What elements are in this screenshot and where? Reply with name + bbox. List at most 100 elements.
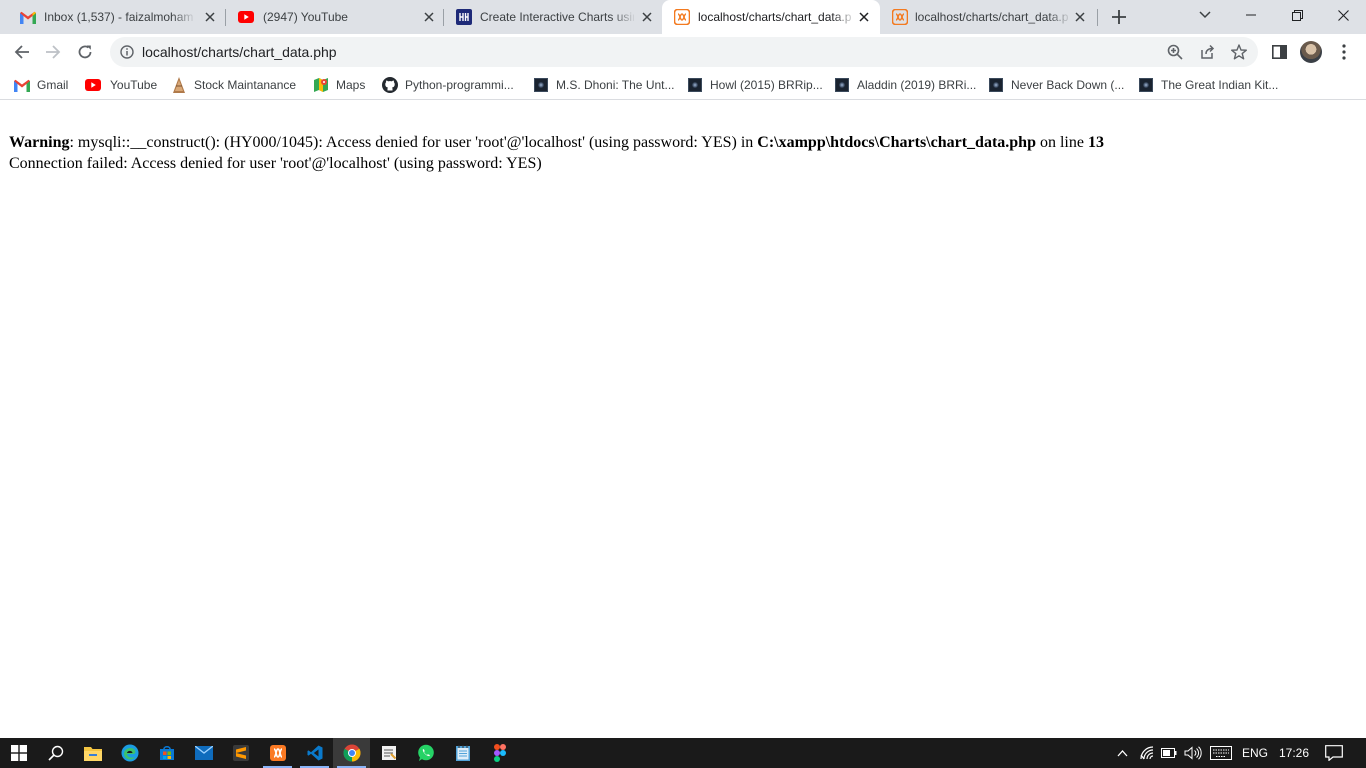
taskbar-notepad-app[interactable] <box>370 738 407 768</box>
bookmark-label: Gmail <box>37 78 69 92</box>
film-icon <box>988 77 1004 93</box>
taskbar-edge[interactable] <box>111 738 148 768</box>
taskbar-whatsapp[interactable] <box>407 738 444 768</box>
bookmark-aladdin[interactable]: Aladdin (2019) BRRi... <box>834 76 976 94</box>
restore-button[interactable] <box>1274 0 1320 30</box>
url-text: localhost/charts/chart_data.php <box>142 44 337 60</box>
new-tab-button[interactable] <box>1108 6 1130 28</box>
tab-fade <box>172 8 196 26</box>
php-warning: Warning: mysqli::__construct(): (HY000/1… <box>9 133 1104 153</box>
tray-clock[interactable]: 17:26 <box>1274 738 1314 768</box>
tab-title: Create Interactive Charts usin <box>480 10 634 24</box>
taskbar-store[interactable] <box>148 738 185 768</box>
taskbar-mail[interactable] <box>185 738 222 768</box>
tray-battery[interactable] <box>1159 738 1179 768</box>
vscode-icon <box>307 745 322 761</box>
warning-label: Warning <box>9 134 70 151</box>
taskbar-figma[interactable] <box>481 738 518 768</box>
warning-text: : mysqli::__construct(): (HY000/1045): A… <box>69 134 758 151</box>
chevron-down-icon <box>1199 11 1211 19</box>
close-icon[interactable] <box>1073 10 1087 24</box>
bookmark-label: Maps <box>336 78 366 92</box>
connection-message: Connection failed: Access denied for use… <box>9 155 542 172</box>
minimize-icon <box>1246 14 1256 16</box>
bookmark-great-indian-kitchen[interactable]: The Great Indian Kit... <box>1138 76 1278 94</box>
taskbar-chrome[interactable] <box>333 738 370 768</box>
film-icon <box>687 77 703 93</box>
bookmark-dhoni[interactable]: M.S. Dhoni: The Unt... <box>533 76 675 94</box>
mail-icon <box>194 746 213 760</box>
taskbar-vscode[interactable] <box>296 738 333 768</box>
notepad-icon <box>381 746 396 760</box>
tab-title: (2947) YouTube <box>263 10 348 24</box>
warning-online: on line <box>1035 134 1088 151</box>
bookmark-gmail[interactable]: Gmail <box>14 76 68 94</box>
bookmark-label: Never Back Down (... <box>1011 78 1125 92</box>
youtube-icon <box>238 9 254 25</box>
back-button[interactable] <box>9 39 35 65</box>
bookmark-never-back-down[interactable]: Never Back Down (... <box>988 76 1124 94</box>
edge-icon <box>121 744 138 762</box>
star-icon[interactable] <box>1230 43 1248 61</box>
reload-button[interactable] <box>72 39 98 65</box>
close-icon[interactable] <box>857 10 871 24</box>
tab-separator <box>1097 9 1098 26</box>
xampp-icon <box>892 9 908 25</box>
battery-icon <box>1161 748 1177 758</box>
tray-network[interactable] <box>1137 738 1157 768</box>
avatar[interactable] <box>1300 41 1322 63</box>
notepad-icon <box>455 745 470 761</box>
tab-create-charts[interactable]: Create Interactive Charts usin <box>444 0 662 34</box>
tab-localhost-active[interactable]: localhost/charts/chart_data.p <box>662 0 880 34</box>
info-icon[interactable] <box>120 45 134 59</box>
bookmark-stock[interactable]: Stock Maintanance <box>171 76 296 94</box>
tab-search-button[interactable] <box>1182 0 1228 30</box>
stock-icon <box>171 77 187 93</box>
windows-taskbar: ENG 17:26 <box>0 738 1366 768</box>
tray-volume[interactable] <box>1182 738 1204 768</box>
minimize-button[interactable] <box>1228 0 1274 30</box>
bookmark-python[interactable]: Python-programmi... <box>382 76 514 94</box>
bookmark-label: YouTube <box>110 78 158 92</box>
close-icon <box>1337 9 1349 21</box>
taskbar-xampp[interactable] <box>259 738 296 768</box>
keyboard-icon <box>1210 746 1232 760</box>
taskbar-notepad[interactable] <box>444 738 481 768</box>
xampp-icon <box>269 745 286 761</box>
site-icon <box>456 9 472 25</box>
tray-overflow-button[interactable] <box>1112 738 1132 768</box>
reload-icon <box>78 45 92 59</box>
start-button[interactable] <box>0 738 37 768</box>
bookmark-label: Stock Maintanance <box>194 78 297 92</box>
zoom-icon[interactable] <box>1166 43 1184 61</box>
bookmark-howl[interactable]: Howl (2015) BRRip... <box>687 76 823 94</box>
menu-button[interactable] <box>1333 40 1355 64</box>
taskbar-file-explorer[interactable] <box>74 738 111 768</box>
action-center-button[interactable] <box>1316 738 1352 768</box>
maps-icon <box>313 77 329 93</box>
tab-strip: Inbox (1,537) - faizalmohamm (2947) YouT… <box>0 0 1366 34</box>
film-icon <box>1138 77 1154 93</box>
tray-keyboard[interactable] <box>1208 738 1234 768</box>
taskbar-sublime[interactable] <box>222 738 259 768</box>
side-panel-button[interactable] <box>1268 40 1290 64</box>
bookmark-label: Howl (2015) BRRip... <box>710 78 823 92</box>
share-icon[interactable] <box>1198 43 1216 61</box>
address-bar[interactable]: localhost/charts/chart_data.php <box>110 37 1258 67</box>
search-button[interactable] <box>37 738 74 768</box>
tab-localhost[interactable]: localhost/charts/chart_data.p <box>880 0 1098 34</box>
youtube-icon <box>85 77 101 93</box>
close-window-button[interactable] <box>1320 0 1366 30</box>
tab-youtube[interactable]: (2947) YouTube <box>226 0 444 34</box>
close-icon[interactable] <box>640 10 654 24</box>
tray-language[interactable]: ENG <box>1238 738 1272 768</box>
bookmark-maps[interactable]: Maps <box>313 76 365 94</box>
browser-toolbar: localhost/charts/chart_data.php <box>0 34 1366 70</box>
tab-gmail[interactable]: Inbox (1,537) - faizalmohamm <box>0 0 226 34</box>
close-icon[interactable] <box>422 10 436 24</box>
close-icon[interactable] <box>203 10 217 24</box>
forward-button[interactable] <box>40 39 66 65</box>
whatsapp-icon <box>417 744 434 761</box>
warning-line-number: 13 <box>1087 134 1104 151</box>
bookmark-youtube[interactable]: YouTube <box>85 76 157 94</box>
